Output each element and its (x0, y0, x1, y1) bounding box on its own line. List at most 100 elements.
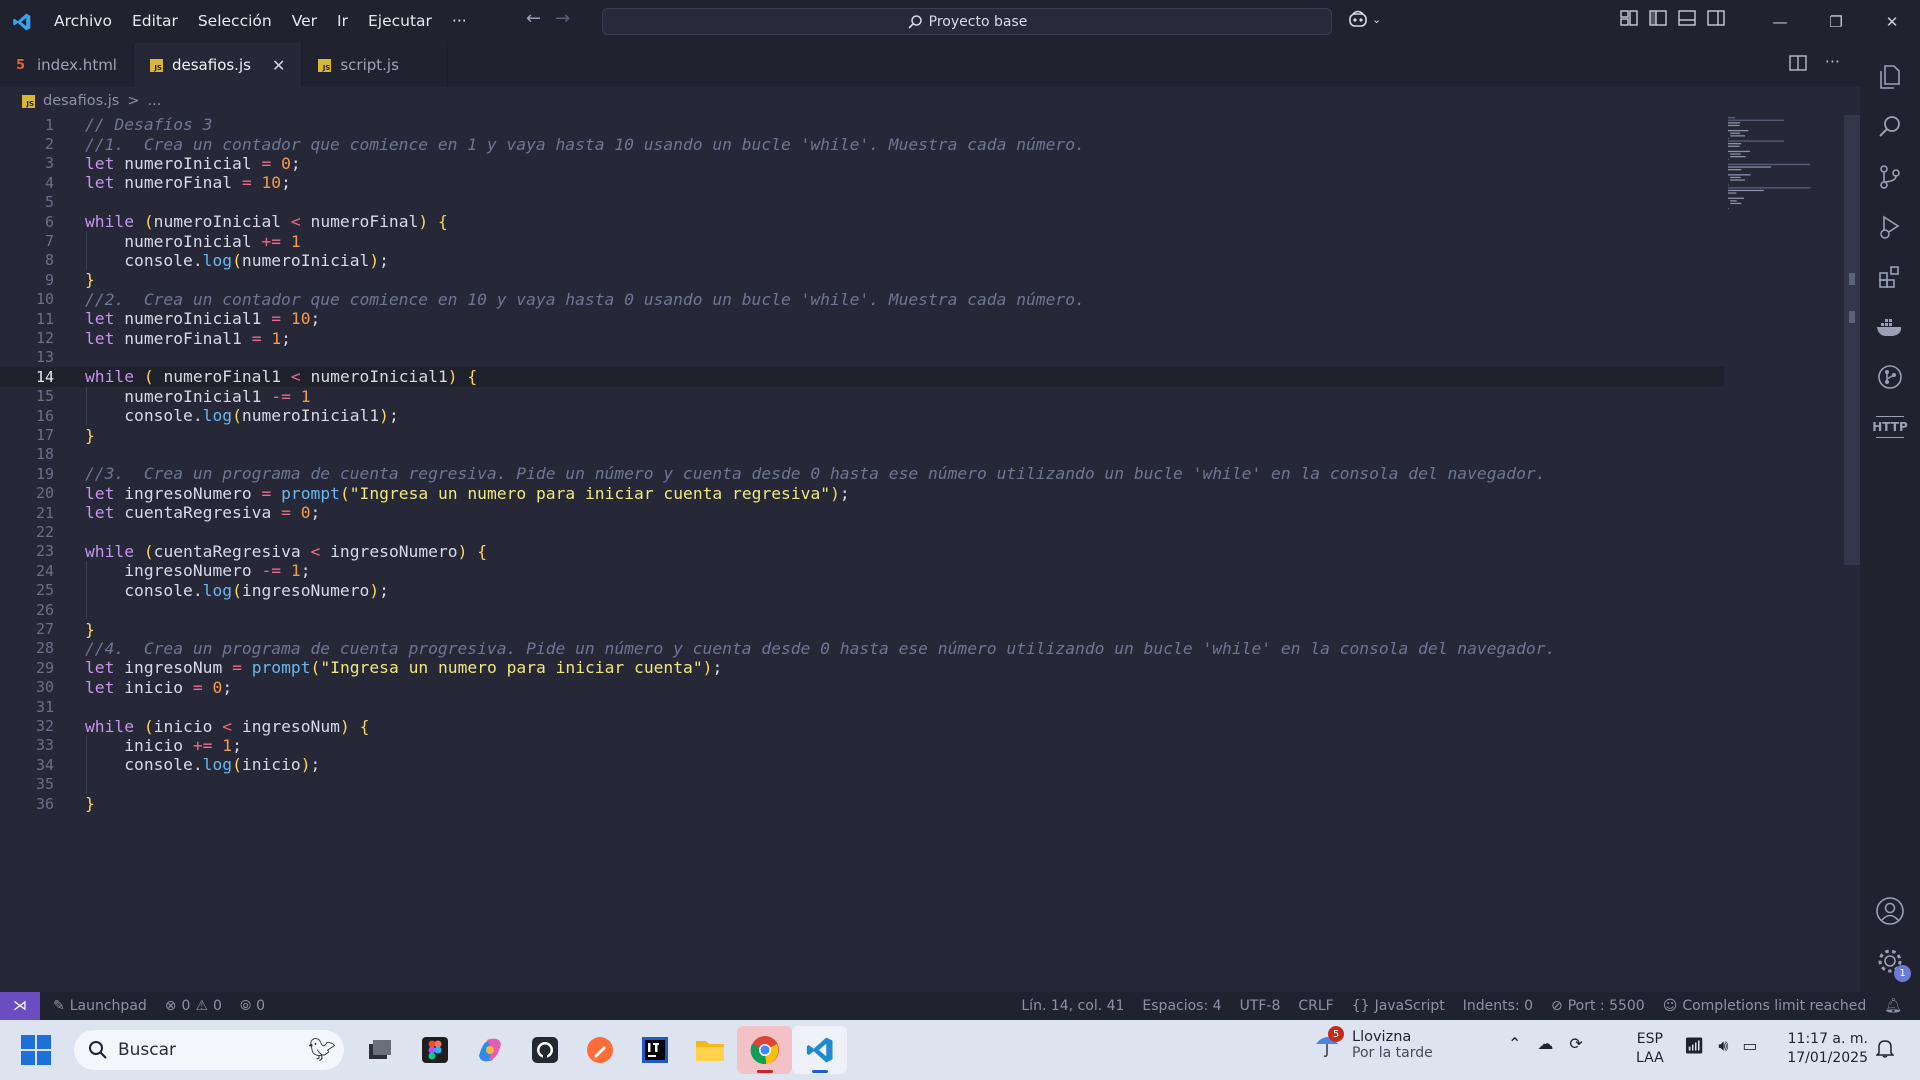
close-window-icon[interactable]: ✕ (1864, 0, 1920, 43)
code-line[interactable]: 12 let numeroFinal1 = 1; (0, 328, 1724, 348)
intellij-icon[interactable] (627, 1026, 682, 1074)
windows-start-icon[interactable] (20, 1034, 52, 1066)
task-view-icon[interactable] (352, 1026, 407, 1074)
code-line[interactable]: 30 let inicio = 0; (0, 678, 1724, 697)
manage-gear-icon[interactable]: 1 (1860, 935, 1920, 987)
figma-icon[interactable] (407, 1026, 462, 1074)
accounts-icon[interactable] (1860, 885, 1920, 937)
code-line[interactable]: 26 (0, 600, 1724, 619)
code-line[interactable]: 7 numeroInicial += 1 (0, 231, 1724, 251)
code-line[interactable]: 33 inicio += 1; (0, 736, 1724, 755)
notification-center-bell-icon[interactable] (1875, 1038, 1895, 1062)
code-line[interactable]: 29 let ingresoNum = prompt("Ingresa un nu… (0, 658, 1724, 677)
search-icon[interactable] (1860, 101, 1920, 153)
extensions-icon[interactable] (1860, 251, 1920, 303)
launchpad-item[interactable]: ✎ Launchpad (44, 998, 156, 1014)
indentation-spaces[interactable]: Espacios: 4 (1133, 998, 1230, 1014)
menu-ver[interactable]: Ver (282, 0, 327, 43)
source-control-icon[interactable] (1860, 151, 1920, 203)
code-line[interactable]: 21 let cuentaRegresiva = 0; (0, 503, 1724, 522)
postman-icon[interactable] (572, 1026, 627, 1074)
copilot-app-icon[interactable] (462, 1026, 517, 1074)
problems-item[interactable]: ⊗ 0 ⚠ 0 (156, 998, 231, 1014)
close-tab-icon[interactable]: ✕ (272, 56, 285, 75)
code-line[interactable]: 28 //4. Crea un programa de cuenta progre… (0, 639, 1724, 658)
chrome-icon[interactable] (737, 1026, 792, 1074)
back-arrow-icon[interactable]: ← (526, 8, 541, 29)
show-hidden-icons-chevron-icon[interactable]: ⌃ (1508, 1034, 1521, 1053)
tab-script-js[interactable]: JS script.js (302, 43, 449, 87)
code-line[interactable]: 16 console.log(numeroInicial1); (0, 406, 1724, 425)
code-line[interactable]: 17} (0, 425, 1724, 445)
code-line[interactable]: 14 while ( numeroFinal1 < numeroInicial1)… (0, 367, 1724, 387)
file-explorer-icon[interactable] (682, 1026, 737, 1074)
indents-item[interactable]: Indents: 0 (1454, 998, 1542, 1014)
code-line[interactable]: 27} (0, 619, 1724, 639)
code-line[interactable]: 11 let numeroInicial1 = 10; (0, 309, 1724, 328)
menu-ir[interactable]: Ir (327, 0, 358, 43)
code-line[interactable]: 9} (0, 270, 1724, 289)
code-line[interactable]: 22 (0, 522, 1724, 541)
explorer-icon[interactable] (1860, 51, 1920, 103)
notifications-bell-icon[interactable]: 🔔︎ (1875, 998, 1920, 1014)
breadcrumb-symbols[interactable]: ... (147, 93, 161, 109)
toggle-panel-icon[interactable] (1678, 10, 1696, 26)
more-actions-icon[interactable]: ··· (1825, 54, 1840, 71)
taskbar-search[interactable]: Buscar 🐦︎ (74, 1030, 344, 1070)
run-debug-icon[interactable] (1860, 201, 1920, 253)
code-editor[interactable]: 1 // Desafíos 3 2 //1. Crea un contador que… (0, 115, 1724, 1000)
code-line[interactable]: 1 // Desafíos 3 (0, 115, 1724, 134)
clock[interactable]: 11:17 a. m. 17/01/2025 (1782, 1030, 1868, 1068)
code-line[interactable]: 10 //2. Crea un contador que comience en … (0, 290, 1724, 309)
code-line[interactable]: 15 numeroInicial1 -= 1 (0, 387, 1724, 406)
tab-desafios-js[interactable]: JS desafios.js ✕ (133, 43, 303, 87)
code-line[interactable]: 25 console.log(ingresoNumero); (0, 581, 1724, 600)
file-encoding[interactable]: UTF-8 (1231, 998, 1290, 1014)
code-line[interactable]: 32 while (inicio < ingresoNum) { (0, 716, 1724, 736)
input-language-indicator[interactable]: ESP LAA (1636, 1030, 1664, 1068)
end-of-line[interactable]: CRLF (1289, 998, 1342, 1014)
http-icon[interactable]: HTTP (1860, 401, 1920, 453)
code-line[interactable]: 3 let numeroInicial = 0; (0, 154, 1724, 173)
tab-index-html[interactable]: 5 index.html (0, 43, 134, 87)
sync-icon[interactable]: ⟳ (1569, 1034, 1582, 1053)
code-line[interactable]: 20 let ingresoNumero = prompt("Ingresa un… (0, 484, 1724, 503)
code-line[interactable]: 6 while (numeroInicial < numeroFinal) { (0, 212, 1724, 231)
code-line[interactable]: 19 //3. Crea un programa de cuenta regres… (0, 464, 1724, 483)
live-server-port[interactable]: ⊘ Port : 5500 (1542, 998, 1654, 1014)
cursor-position[interactable]: Lín. 14, col. 41 (1012, 998, 1133, 1014)
forward-arrow-icon[interactable]: → (555, 8, 570, 29)
git-graph-icon[interactable] (1860, 351, 1920, 403)
github-desktop-icon[interactable] (517, 1026, 572, 1074)
code-line[interactable]: 18 (0, 445, 1724, 464)
code-line[interactable]: 23 while (cuentaRegresiva < ingresoNumero… (0, 542, 1724, 561)
menu-seleccion[interactable]: Selección (188, 0, 282, 43)
ports-item[interactable]: ⦾ 0 (231, 998, 274, 1014)
code-line[interactable]: 2 //1. Crea un contador que comience en 1… (0, 134, 1724, 154)
wifi-icon[interactable]: 📶︎ (1684, 1036, 1704, 1056)
battery-icon[interactable]: ▭ (1742, 1036, 1757, 1056)
editor-scrollbar[interactable] (1844, 115, 1860, 565)
menu-more[interactable]: ··· (442, 0, 477, 43)
code-line[interactable]: 8 console.log(numeroInicial); (0, 251, 1724, 270)
minimap[interactable] (1726, 115, 1844, 235)
minimize-window-icon[interactable]: — (1752, 0, 1808, 43)
menu-ejecutar[interactable]: Ejecutar (358, 0, 442, 43)
command-center-search[interactable]: Proyecto base (602, 8, 1332, 35)
onedrive-offline-icon[interactable]: ☁︎ (1537, 1034, 1553, 1053)
code-line[interactable]: 31 (0, 697, 1724, 716)
split-editor-icon[interactable] (1789, 55, 1807, 71)
toggle-primary-sidebar-icon[interactable] (1649, 10, 1667, 26)
code-line[interactable]: 4 let numeroFinal = 10; (0, 173, 1724, 192)
breadcrumb-file[interactable]: desafios.js (43, 93, 119, 109)
copilot-menu[interactable]: ⌄ (1348, 10, 1381, 28)
menu-archivo[interactable]: Archivo (44, 0, 122, 43)
restore-window-icon[interactable]: ❐ (1808, 0, 1864, 43)
docker-icon[interactable] (1860, 301, 1920, 353)
language-mode[interactable]: {} JavaScript (1343, 998, 1454, 1014)
vscode-icon[interactable] (792, 1026, 847, 1074)
copilot-status[interactable]: ☺ Completions limit reached (1654, 998, 1876, 1014)
customize-layout-icon[interactable] (1620, 10, 1638, 26)
remote-indicator-icon[interactable]: ⋊ (0, 992, 40, 1020)
code-line[interactable]: 5 (0, 193, 1724, 212)
